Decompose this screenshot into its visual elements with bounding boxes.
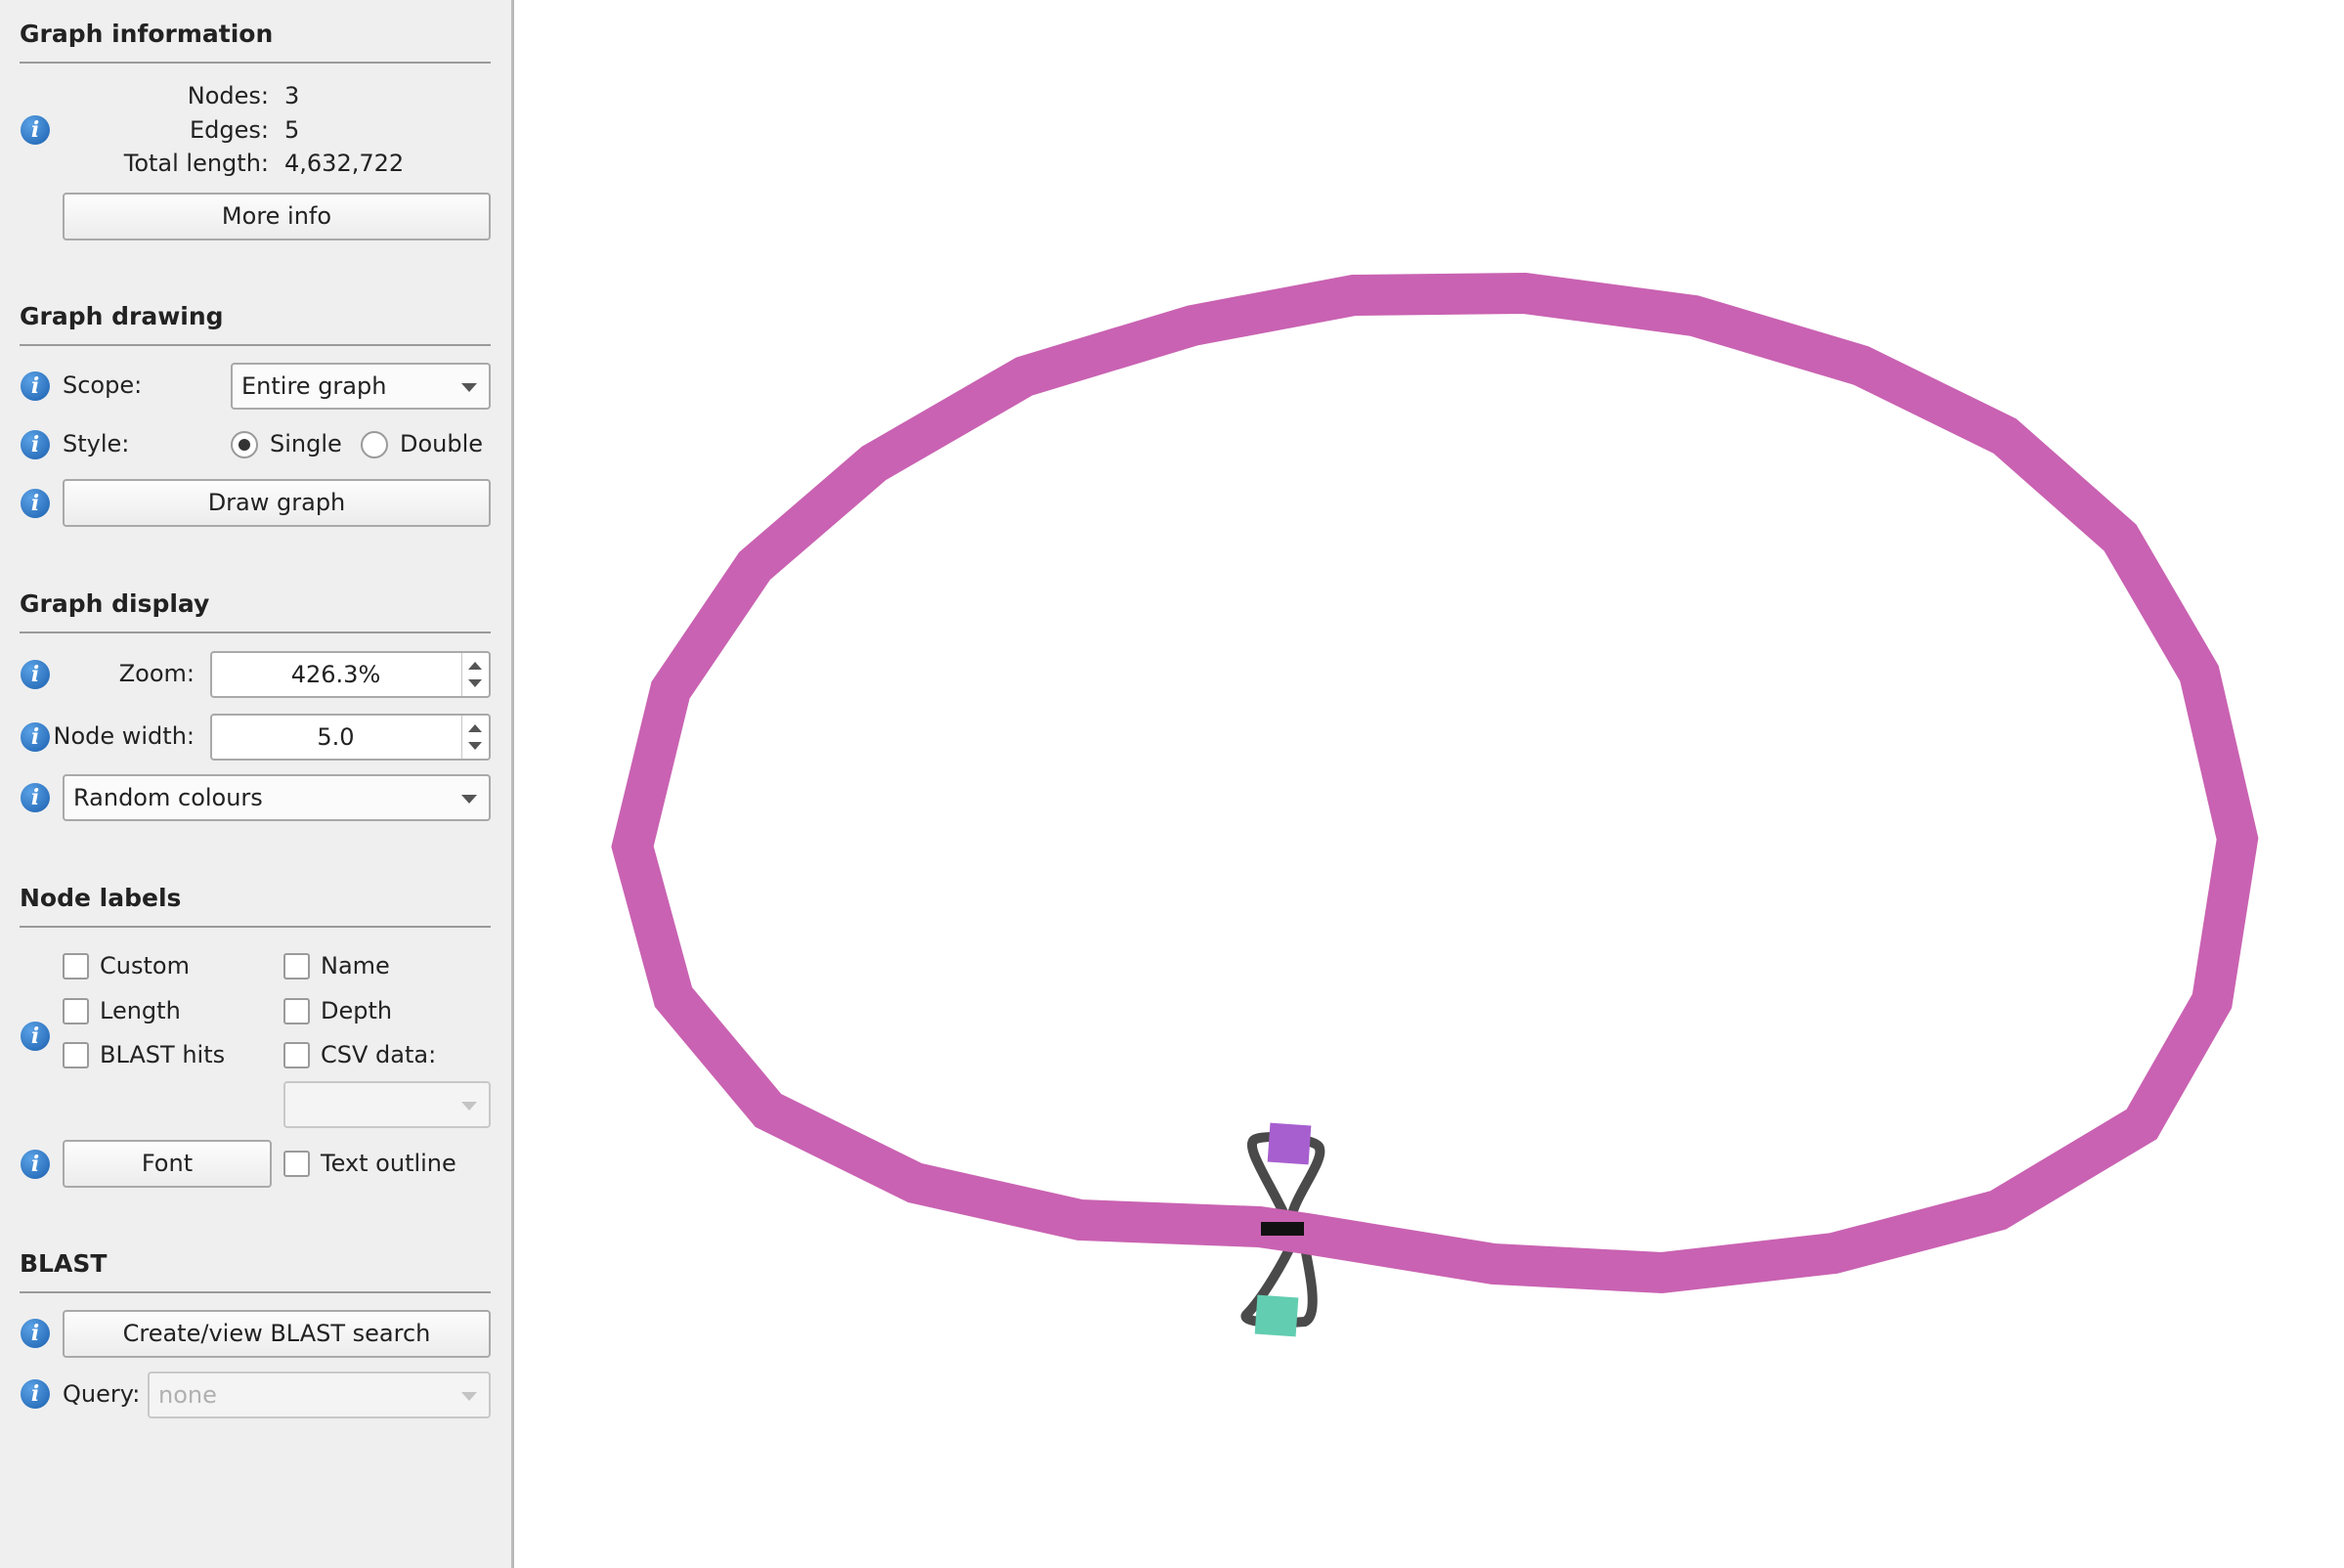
- length-label: Length: [100, 997, 181, 1024]
- length-checkbox[interactable]: [63, 998, 89, 1024]
- style-single-label: Single: [270, 430, 342, 457]
- info-icon[interactable]: i: [21, 1319, 50, 1348]
- info-icon[interactable]: i: [21, 115, 50, 145]
- text-outline-label: Text outline: [321, 1150, 456, 1177]
- node-labels-title: Node labels: [20, 884, 182, 912]
- style-double-radio[interactable]: [361, 431, 388, 458]
- spin-buttons[interactable]: [461, 653, 489, 696]
- query-dropdown[interactable]: none: [148, 1372, 491, 1418]
- custom-checkbox[interactable]: [63, 953, 89, 980]
- divider: [20, 926, 491, 928]
- spin-down-icon[interactable]: [468, 679, 482, 687]
- blast-hits-checkbox[interactable]: [63, 1042, 89, 1068]
- divider: [20, 632, 491, 633]
- more-info-button[interactable]: More info: [63, 193, 491, 240]
- style-single-radio[interactable]: [231, 431, 258, 458]
- blast-hits-label: BLAST hits: [100, 1041, 226, 1068]
- info-icon[interactable]: i: [21, 783, 50, 812]
- style-label: Style:: [63, 430, 130, 457]
- total-length-label: Total length:: [123, 150, 269, 177]
- depth-checkbox[interactable]: [283, 998, 310, 1024]
- csv-data-checkbox[interactable]: [283, 1042, 310, 1068]
- scope-value: Entire graph: [241, 372, 387, 400]
- scope-label: Scope:: [63, 371, 143, 399]
- graph-information-title: Graph information: [20, 20, 274, 48]
- name-checkbox[interactable]: [283, 953, 310, 980]
- nodes-value: 3: [284, 82, 300, 109]
- info-icon[interactable]: i: [21, 489, 50, 518]
- colour-scheme-value: Random colours: [73, 784, 263, 811]
- total-length-value: 4,632,722: [284, 150, 405, 177]
- csv-column-dropdown[interactable]: [283, 1081, 491, 1128]
- dropdown-arrow-icon: [461, 383, 477, 392]
- font-button[interactable]: Font: [63, 1140, 272, 1188]
- graph-display-title: Graph display: [20, 589, 210, 618]
- depth-label: Depth: [321, 997, 393, 1024]
- spin-buttons[interactable]: [461, 716, 489, 759]
- spin-down-icon[interactable]: [468, 742, 482, 750]
- info-icon[interactable]: i: [21, 660, 50, 689]
- name-label: Name: [321, 952, 390, 980]
- graph-drawing-title: Graph drawing: [20, 302, 224, 330]
- edges-label: Edges:: [190, 116, 269, 144]
- zoom-spinbox[interactable]: 426.3%: [210, 651, 491, 698]
- text-outline-checkbox[interactable]: [283, 1151, 310, 1177]
- scope-dropdown[interactable]: Entire graph: [231, 363, 491, 410]
- draw-graph-button[interactable]: Draw graph: [63, 479, 491, 527]
- csv-data-label: CSV data:: [321, 1041, 437, 1068]
- circular-contig-node[interactable]: [611, 272, 2259, 1294]
- radio-selected-dot: [239, 439, 250, 451]
- graph-canvas[interactable]: [517, 0, 2344, 1568]
- query-value: none: [158, 1381, 217, 1409]
- spin-up-icon[interactable]: [468, 724, 482, 732]
- node-width-spinbox[interactable]: 5.0: [210, 714, 491, 761]
- node-width-value: 5.0: [317, 723, 355, 751]
- blast-title: BLAST: [20, 1249, 108, 1278]
- spin-up-icon[interactable]: [468, 662, 482, 670]
- node-purple[interactable]: [1267, 1122, 1312, 1165]
- edges-value: 5: [284, 116, 300, 144]
- info-icon[interactable]: i: [21, 1150, 50, 1179]
- blast-search-button[interactable]: Create/view BLAST search: [63, 1310, 491, 1358]
- divider: [20, 344, 491, 346]
- divider: [20, 62, 491, 64]
- zoom-label: Zoom:: [118, 660, 195, 687]
- custom-label: Custom: [100, 952, 190, 980]
- query-label: Query:: [63, 1380, 141, 1408]
- dropdown-arrow-icon: [461, 1102, 477, 1111]
- zoom-value: 426.3%: [290, 661, 381, 688]
- node-width-label: Node width:: [53, 722, 195, 750]
- edge-overlap-marker: [1261, 1222, 1304, 1236]
- control-panel: Graph information i Nodes: 3 Edges: 5 To…: [0, 0, 514, 1568]
- style-double-label: Double: [400, 430, 484, 457]
- info-icon[interactable]: i: [21, 371, 50, 401]
- info-icon[interactable]: i: [21, 1022, 50, 1051]
- info-icon[interactable]: i: [21, 722, 50, 752]
- node-teal[interactable]: [1254, 1294, 1299, 1337]
- nodes-label: Nodes:: [187, 82, 269, 109]
- dropdown-arrow-icon: [461, 1392, 477, 1401]
- info-icon[interactable]: i: [21, 430, 50, 459]
- info-icon[interactable]: i: [21, 1379, 50, 1409]
- colour-scheme-dropdown[interactable]: Random colours: [63, 774, 491, 821]
- dropdown-arrow-icon: [461, 795, 477, 804]
- divider: [20, 1291, 491, 1293]
